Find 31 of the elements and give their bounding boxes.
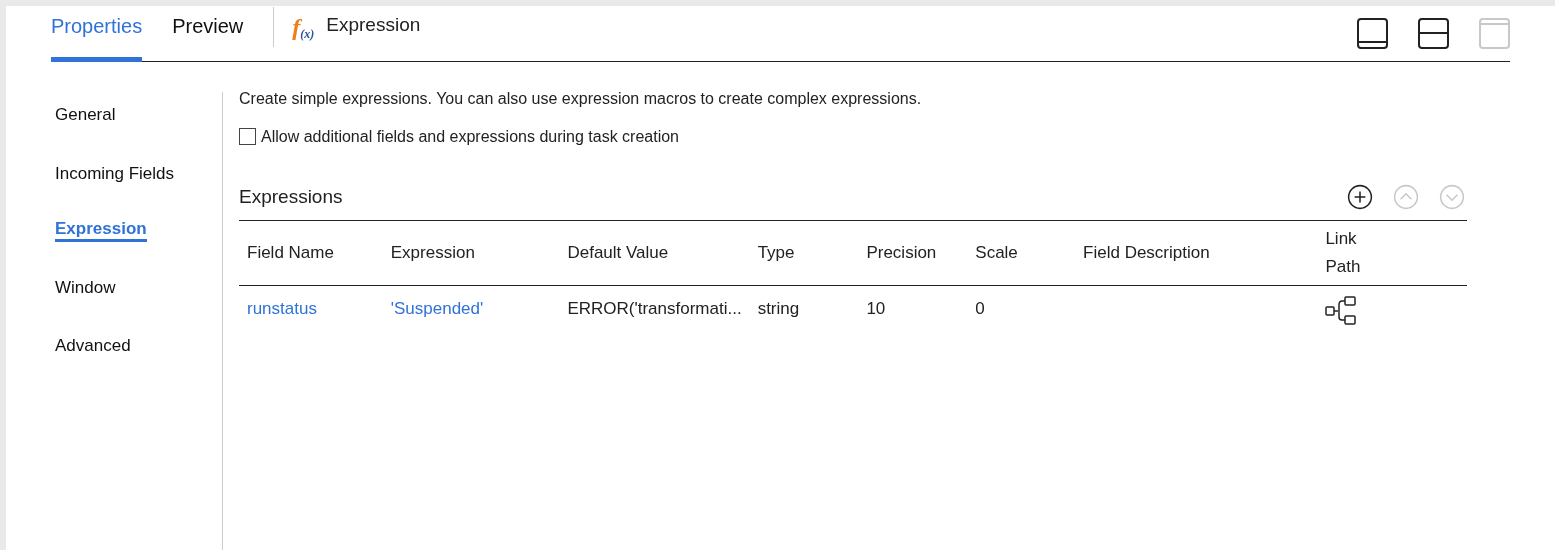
add-icon[interactable] (1347, 184, 1373, 211)
column-header: Type (749, 220, 859, 285)
checkbox-label[interactable]: Allow additional fields and expressions during task creation (261, 128, 679, 145)
panel-title: Expression (326, 12, 421, 37)
sidebar-item[interactable]: Incoming Fields (55, 160, 175, 186)
column-header: Link Path (1317, 220, 1467, 285)
column-header: Default Value (559, 220, 750, 285)
sidebar-item[interactable]: Window (55, 274, 116, 301)
table-cell: string (757, 298, 800, 318)
column-header: Field Name (239, 220, 383, 285)
layout-button[interactable] (1357, 18, 1388, 49)
fx-icon: f$_{(x)}$ (292, 9, 315, 61)
section-title: Expressions (239, 185, 343, 209)
sidebar-item[interactable]: Expression (55, 219, 147, 242)
column-header: Expression (382, 220, 560, 285)
table-cell: 10 (866, 298, 886, 318)
column-header: Precision (858, 220, 968, 285)
table-cell: 0 (975, 298, 985, 318)
link-path-icon[interactable] (1325, 295, 1358, 326)
table-cell: ERROR('transformati... (567, 298, 742, 318)
column-header: Field Description (1075, 220, 1318, 285)
layout-button[interactable] (1418, 18, 1449, 49)
column-header: Scale (967, 220, 1076, 285)
description-text: Create simple expressions. You can also use expression macros to create complex expressions. (239, 89, 923, 109)
tab[interactable]: Properties (51, 11, 143, 62)
sidebar-item[interactable]: General (55, 102, 116, 128)
tab[interactable]: Preview (172, 11, 244, 62)
sidebar-item[interactable]: Advanced (55, 333, 131, 359)
expression-link[interactable]: 'Suspended' (390, 298, 484, 318)
field-name-link[interactable]: runstatus (247, 298, 317, 318)
checkbox[interactable] (239, 128, 256, 145)
